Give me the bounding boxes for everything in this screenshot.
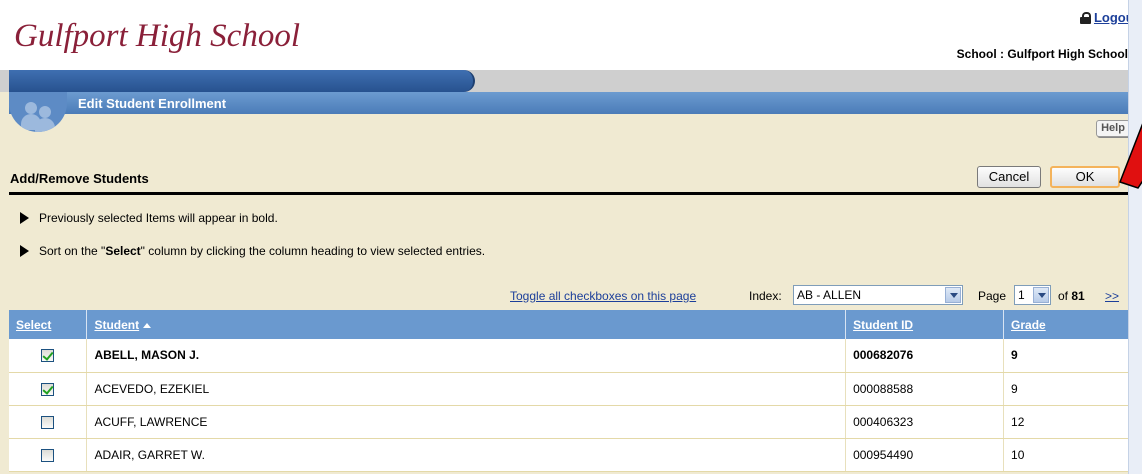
page-total: of 81	[1058, 289, 1085, 303]
student-name-cell: ACUFF, LAWRENCE	[86, 405, 847, 439]
column-label: Select	[16, 317, 52, 332]
student-table: Select Student Student ID Grade ABELL, M…	[9, 310, 1142, 472]
row-checkbox[interactable]	[41, 448, 55, 462]
note-text: Previously selected Items will appear in…	[39, 211, 278, 225]
grade-cell: 10	[1003, 438, 1142, 472]
dropdown-arrow-icon	[1033, 287, 1049, 303]
student-name-cell: ABELL, MASON J.	[86, 339, 847, 373]
table-row: ACUFF, LAWRENCE 000406323 12	[9, 405, 1142, 439]
grade-cell: 9	[1003, 372, 1142, 406]
row-checkbox[interactable]	[41, 415, 55, 429]
nav-pill	[9, 70, 475, 92]
student-id-cell: 000954490	[845, 438, 1005, 472]
grade-cell: 9	[1003, 339, 1142, 373]
note-prefix: Sort on the "	[39, 244, 106, 258]
toggle-all-checkboxes-link[interactable]: Toggle all checkboxes on this page	[510, 289, 696, 303]
of-prefix: of	[1058, 289, 1069, 303]
lock-icon	[1079, 11, 1091, 24]
dropdown-arrow-icon	[945, 287, 961, 303]
student-id-cell: 000406323	[845, 405, 1005, 439]
grade-cell: 12	[1003, 405, 1142, 439]
index-select[interactable]: AB - ALLEN	[793, 285, 963, 305]
column-label: Student ID	[853, 317, 914, 332]
section-title: Add/Remove Students	[10, 171, 149, 186]
row-checkbox[interactable]	[41, 349, 55, 363]
sort-ascending-icon	[143, 322, 152, 328]
column-header-student[interactable]: Student	[86, 310, 847, 339]
note-text: Sort on the "Select" column by clicking …	[39, 244, 485, 258]
bullet-triangle-icon	[20, 212, 29, 224]
index-label: Index:	[749, 289, 782, 303]
column-header-student-id[interactable]: Student ID	[845, 310, 1005, 339]
bullet-triangle-icon	[20, 245, 29, 257]
page-value: 1	[1018, 288, 1025, 302]
student-name-cell: ADAIR, GARRET W.	[86, 438, 847, 472]
column-header-grade[interactable]: Grade	[1003, 310, 1142, 339]
pager-row: Toggle all checkboxes on this page Index…	[0, 285, 1142, 307]
section-divider	[9, 192, 1133, 195]
page-title: Edit Student Enrollment	[78, 96, 227, 111]
column-header-select[interactable]: Select	[9, 310, 88, 339]
school-label: School : Gulfport High School	[956, 47, 1128, 61]
students-icon	[9, 92, 67, 132]
total-pages: 81	[1071, 289, 1085, 303]
row-checkbox[interactable]	[41, 382, 55, 396]
select-cell	[9, 339, 88, 373]
student-name-cell: ACEVEDO, EZEKIEL	[86, 372, 847, 406]
student-id-cell: 000682076	[845, 339, 1005, 373]
top-header: Gulfport High School Logout School : Gul…	[0, 0, 1142, 70]
select-cell	[9, 372, 88, 406]
red-arrow-annotation	[1119, 123, 1142, 189]
select-cell	[9, 405, 88, 439]
student-id-cell: 000088588	[845, 372, 1005, 406]
select-cell	[9, 438, 88, 472]
school-title: Gulfport High School	[14, 18, 300, 54]
table-row: ACEVEDO, EZEKIEL 000088588 9	[9, 372, 1142, 406]
column-label: Student	[94, 317, 140, 332]
note-sort-select: Sort on the "Select" column by clicking …	[20, 244, 485, 258]
note-previously-selected: Previously selected Items will appear in…	[20, 211, 278, 225]
note-suffix: " column by clicking the column heading …	[140, 244, 486, 258]
cancel-button[interactable]: Cancel	[977, 166, 1041, 188]
table-header-row: Select Student Student ID Grade	[9, 310, 1142, 339]
table-row: ABELL, MASON J. 000682076 9	[9, 339, 1142, 373]
note-bold: Select	[105, 244, 141, 258]
column-label: Grade	[1011, 317, 1046, 332]
page-label: Page	[978, 289, 1007, 303]
table-row: ADAIR, GARRET W. 000954490 10	[9, 438, 1142, 472]
next-page-link[interactable]: >>	[1105, 289, 1119, 303]
vertical-scrollbar[interactable]	[1128, 0, 1142, 474]
index-value: AB - ALLEN	[797, 288, 862, 302]
page-select[interactable]: 1	[1014, 285, 1051, 305]
